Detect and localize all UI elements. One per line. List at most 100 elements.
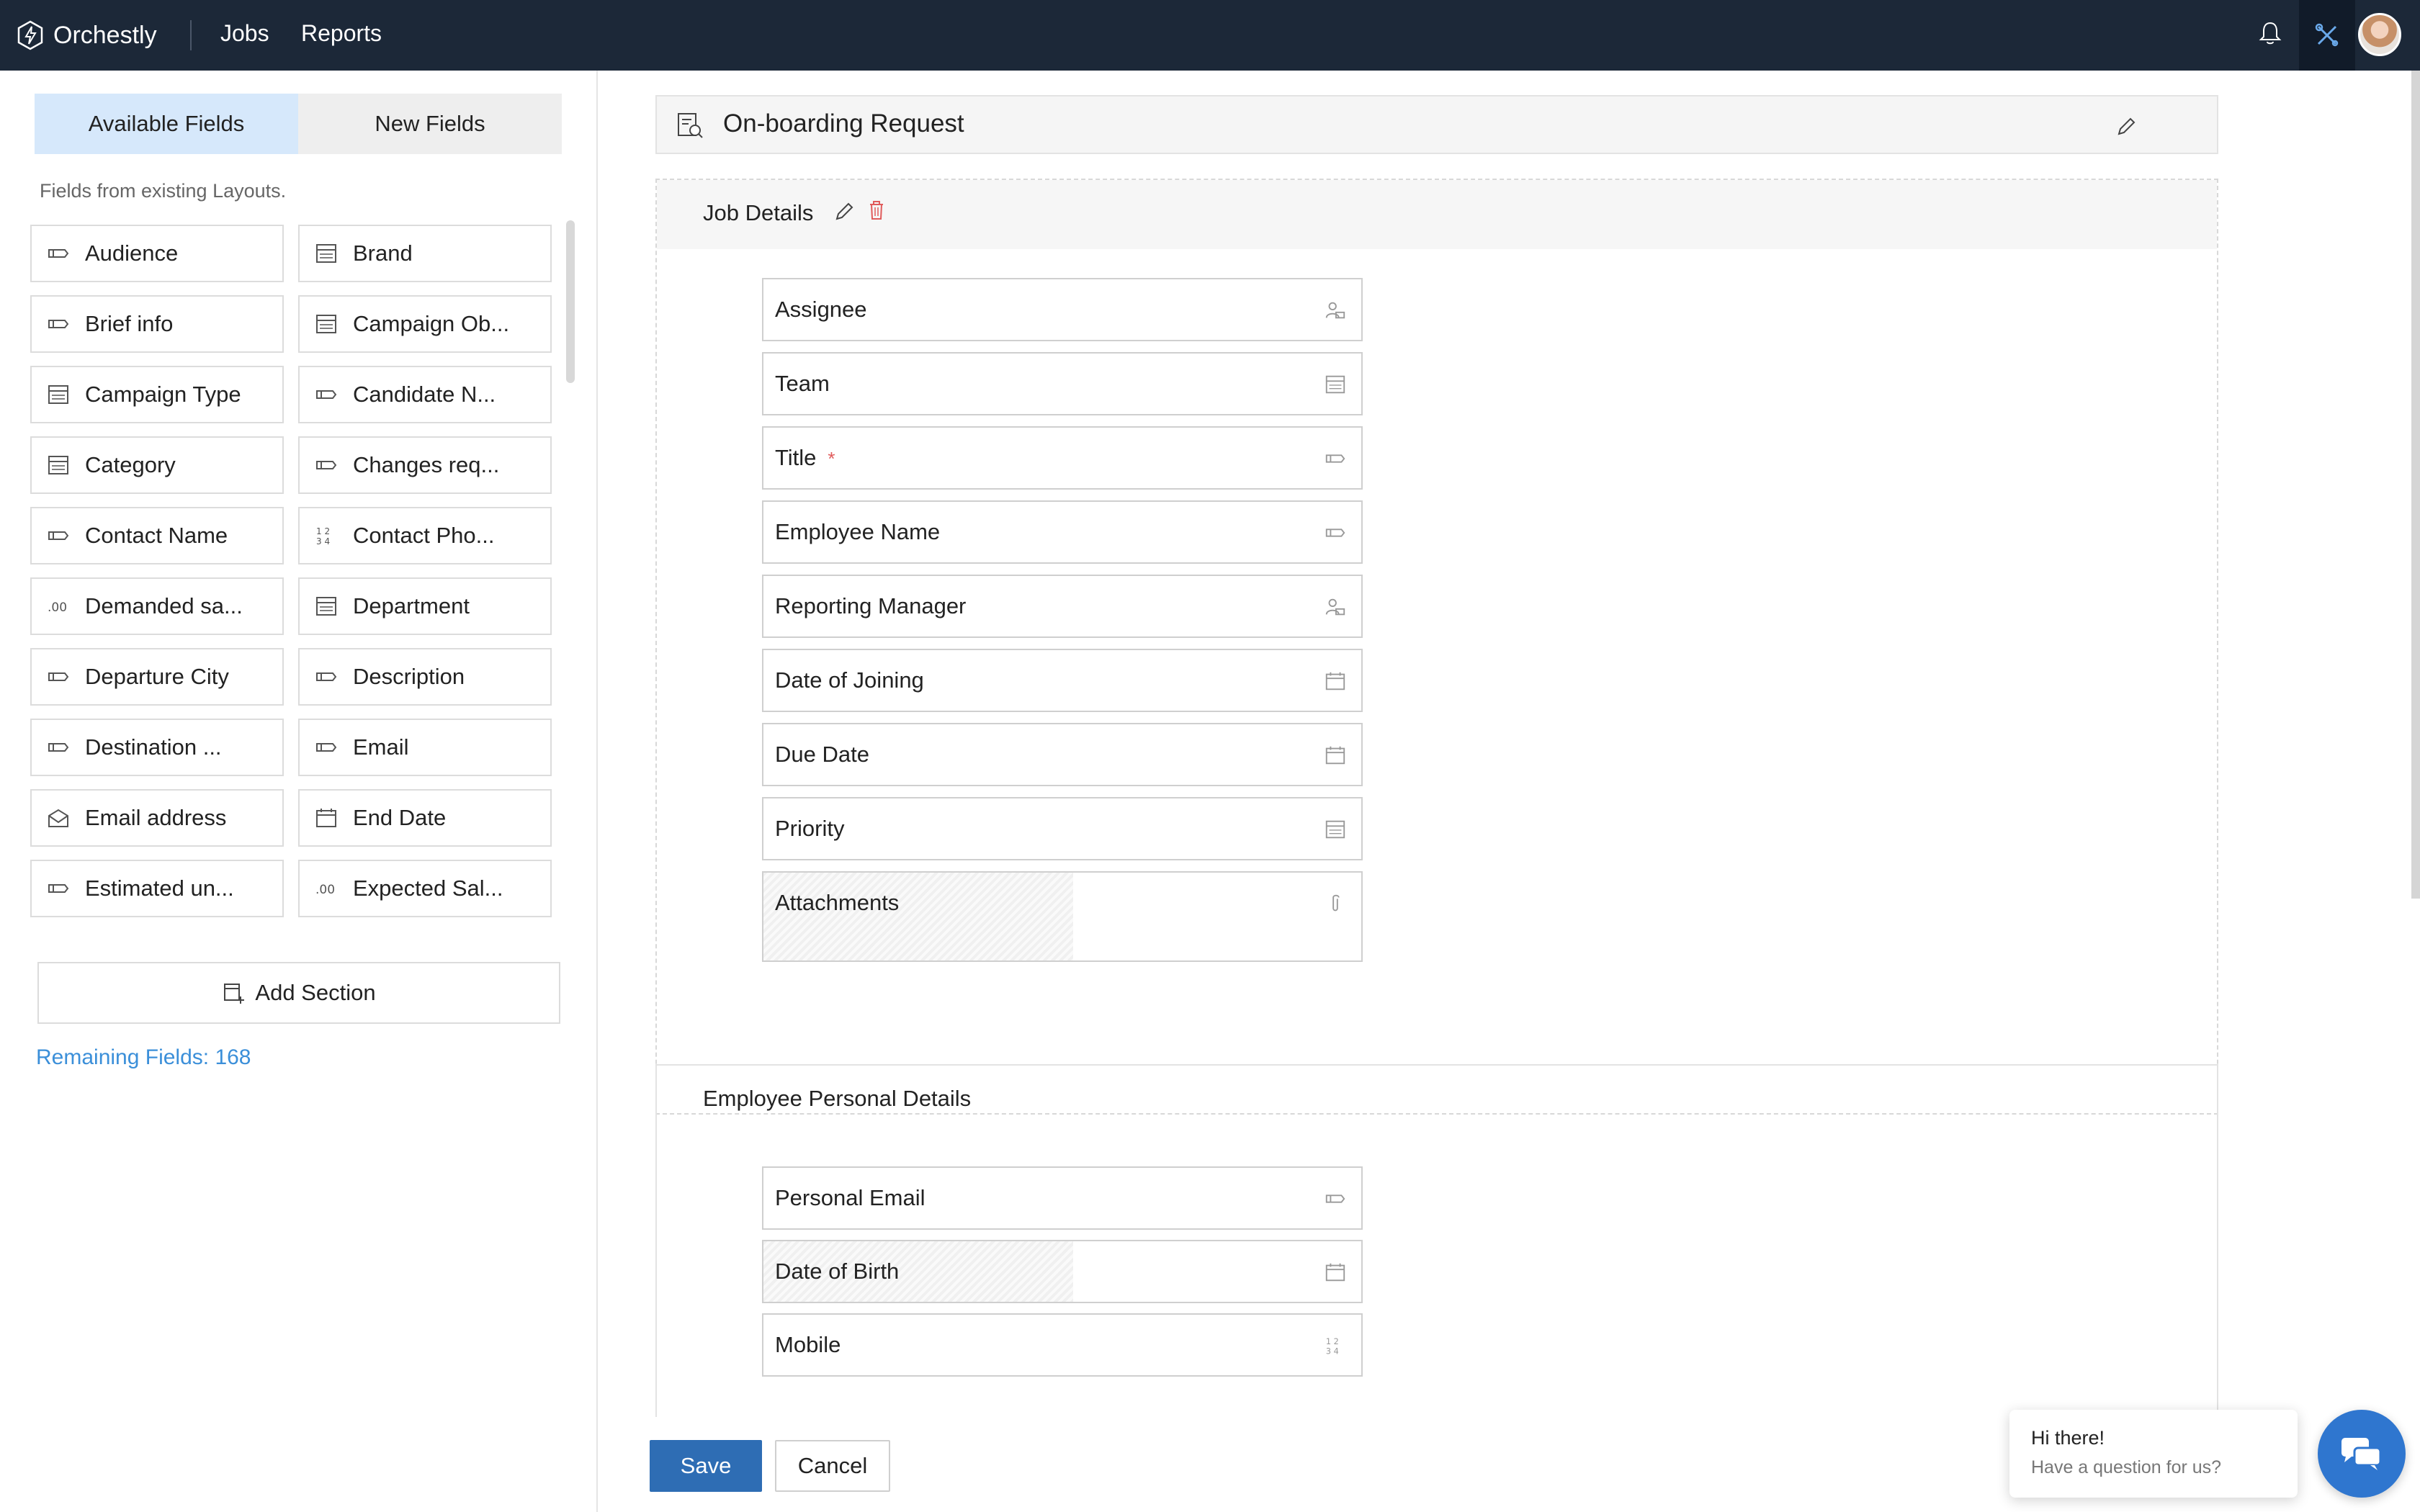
form-field-label-text: Reporting Manager bbox=[775, 593, 967, 618]
user-avatar[interactable] bbox=[2358, 13, 2401, 56]
field-chip-label: Changes req... bbox=[353, 452, 500, 477]
field-chip-label: Departure City bbox=[85, 664, 229, 689]
tab-new-fields[interactable]: New Fields bbox=[298, 94, 562, 154]
fields-panel: Available Fields New Fields Fields from … bbox=[0, 71, 598, 1512]
dropdown-icon bbox=[314, 313, 339, 335]
decimal-icon: .00 bbox=[46, 595, 71, 617]
available-field-chip[interactable]: Brand bbox=[298, 225, 552, 282]
nav-jobs[interactable]: Jobs bbox=[220, 20, 269, 47]
available-field-chip[interactable]: Changes req... bbox=[298, 436, 552, 494]
form-field[interactable]: Title * bbox=[762, 426, 1363, 490]
form-field-label-text: Date of Joining bbox=[775, 667, 924, 693]
form-field[interactable]: Reporting Manager bbox=[762, 575, 1363, 638]
paperclip-icon bbox=[1324, 893, 1347, 914]
dropdown-icon bbox=[314, 595, 339, 617]
field-chip-label: Brief info bbox=[85, 311, 174, 336]
add-section-button[interactable]: Add Section bbox=[37, 962, 560, 1024]
chat-greeting-bubble[interactable]: Hi there! Have a question for us? bbox=[2009, 1410, 2298, 1498]
top-navigation-bar: Orchestly Jobs Reports bbox=[0, 0, 2420, 71]
form-field[interactable]: Date of Joining bbox=[762, 649, 1363, 712]
available-field-chip[interactable]: Description bbox=[298, 648, 552, 706]
layout-editor: On-boarding Request Job Details Assignee… bbox=[599, 71, 2420, 1512]
form-field[interactable]: Assignee bbox=[762, 278, 1363, 341]
number-icon: 1 23 4 bbox=[314, 525, 339, 546]
main-scrollbar[interactable] bbox=[2411, 71, 2420, 899]
available-field-chip[interactable]: Destination ... bbox=[30, 719, 284, 776]
edit-section-icon[interactable] bbox=[833, 200, 856, 223]
tools-icon bbox=[2315, 23, 2339, 47]
fields-scrollbar[interactable] bbox=[566, 220, 575, 383]
single-line-icon bbox=[314, 384, 339, 405]
field-chip-label: Demanded sa... bbox=[85, 593, 243, 618]
field-chip-label: Contact Name bbox=[85, 523, 228, 548]
available-field-chip[interactable]: Category bbox=[30, 436, 284, 494]
form-field-label: Assignee bbox=[775, 297, 867, 323]
available-field-chip[interactable]: .00 Expected Sal... bbox=[298, 860, 552, 917]
form-field[interactable]: Attachments bbox=[762, 871, 1363, 962]
available-field-chip[interactable]: Estimated un... bbox=[30, 860, 284, 917]
form-field[interactable]: Employee Name bbox=[762, 500, 1363, 564]
cancel-button[interactable]: Cancel bbox=[775, 1440, 890, 1492]
add-section-icon bbox=[224, 984, 245, 1004]
tab-available-fields[interactable]: Available Fields bbox=[35, 94, 298, 154]
single-line-icon bbox=[46, 737, 71, 758]
svg-text:3 4: 3 4 bbox=[1326, 1346, 1339, 1356]
form-field[interactable]: Personal Email bbox=[762, 1166, 1363, 1230]
dropdown-icon bbox=[1324, 819, 1347, 840]
form-field-label: Title * bbox=[775, 445, 835, 471]
available-field-chip[interactable]: Departure City bbox=[30, 648, 284, 706]
available-field-chip[interactable]: Department bbox=[298, 577, 552, 635]
nav-reports[interactable]: Reports bbox=[301, 20, 382, 47]
form-field[interactable]: Priority bbox=[762, 797, 1363, 860]
available-field-chip[interactable]: 1 23 4 Contact Pho... bbox=[298, 507, 552, 564]
field-chip-label: Email bbox=[353, 734, 409, 760]
chat-greeting: Hi there! bbox=[2031, 1427, 2105, 1449]
delete-section-icon[interactable] bbox=[866, 199, 887, 222]
form-field-label-text: Employee Name bbox=[775, 519, 941, 544]
brand[interactable]: Orchestly bbox=[16, 19, 157, 52]
single-line-icon bbox=[46, 525, 71, 546]
field-chip-label: Audience bbox=[85, 240, 179, 266]
form-field[interactable]: Mobile 1 23 4 bbox=[762, 1313, 1363, 1377]
form-field-label-text: Personal Email bbox=[775, 1185, 926, 1210]
dropdown-icon bbox=[46, 384, 71, 405]
single-line-icon bbox=[46, 313, 71, 335]
calendar-icon bbox=[1324, 670, 1347, 692]
available-field-chip[interactable]: Email bbox=[298, 719, 552, 776]
available-field-chip[interactable]: Candidate N... bbox=[298, 366, 552, 423]
layout-header: On-boarding Request bbox=[655, 95, 2218, 154]
setup-tools-button[interactable] bbox=[2299, 0, 2355, 71]
dropdown-icon bbox=[46, 454, 71, 476]
user-icon bbox=[1324, 596, 1347, 618]
form-field[interactable]: Team bbox=[762, 352, 1363, 415]
form-field-label-text: Date of Birth bbox=[775, 1259, 900, 1284]
section-job-details: Job Details Assignee Team Title * Employee N… bbox=[655, 179, 2218, 1115]
chat-launcher-button[interactable] bbox=[2318, 1410, 2406, 1498]
app-name: Orchestly bbox=[53, 21, 157, 49]
available-field-chip[interactable]: Campaign Ob... bbox=[298, 295, 552, 353]
available-field-chip[interactable]: Campaign Type bbox=[30, 366, 284, 423]
section-title: Employee Personal Details bbox=[703, 1086, 972, 1111]
field-chip-label: Expected Sal... bbox=[353, 876, 503, 901]
form-field-label-text: Assignee bbox=[775, 297, 867, 322]
remaining-fields-link[interactable]: Remaining Fields: 168 bbox=[36, 1045, 251, 1070]
available-field-chip[interactable]: Audience bbox=[30, 225, 284, 282]
available-field-chip[interactable]: Email address bbox=[30, 789, 284, 847]
available-field-chip[interactable]: .00 Demanded sa... bbox=[30, 577, 284, 635]
orchestly-logo-icon bbox=[17, 20, 43, 50]
available-field-chip[interactable]: Brief info bbox=[30, 295, 284, 353]
bell-icon[interactable] bbox=[2256, 17, 2285, 49]
available-field-chip[interactable]: Contact Name bbox=[30, 507, 284, 564]
form-field[interactable]: Due Date bbox=[762, 723, 1363, 786]
form-field-label-text: Priority bbox=[775, 816, 845, 841]
single-line-icon bbox=[1324, 1188, 1347, 1210]
field-chip-label: Contact Pho... bbox=[353, 523, 495, 548]
single-line-icon bbox=[314, 454, 339, 476]
form-field[interactable]: Date of Birth bbox=[762, 1240, 1363, 1303]
form-field-label: Reporting Manager bbox=[775, 593, 966, 619]
save-button[interactable]: Save bbox=[650, 1440, 762, 1492]
available-field-chip[interactable]: End Date bbox=[298, 789, 552, 847]
form-field-label: Personal Email bbox=[775, 1185, 925, 1211]
number-icon: 1 23 4 bbox=[1324, 1335, 1347, 1356]
edit-layout-icon[interactable] bbox=[2115, 115, 2138, 138]
